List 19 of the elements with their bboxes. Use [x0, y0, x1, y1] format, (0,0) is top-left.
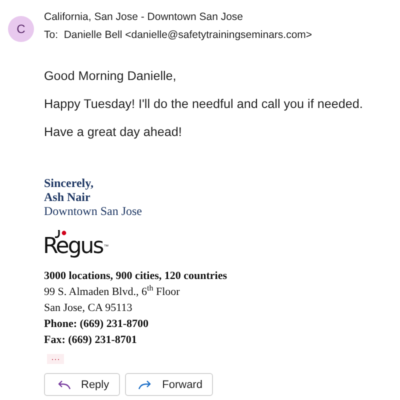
forward-arrow-icon	[138, 380, 152, 390]
sender-name: California, San Jose - Downtown San Jose	[44, 11, 244, 23]
body-text: Happy Tuesday! I'll do the needful and call you if needed.	[44, 97, 364, 111]
signature-line: Downtown San Jose	[44, 204, 143, 218]
forward-button[interactable]: Forward	[125, 373, 214, 396]
reply-arrow-icon	[57, 380, 71, 390]
body-text: Good Morning Danielle,	[44, 69, 178, 83]
body-text: Have a great day ahead!	[44, 125, 183, 139]
contact-line: 99 S. Almaden Blvd., 6$^{th}$ Floor	[44, 284, 181, 300]
avatar: C	[8, 16, 34, 42]
contact-line: San Jose, CA 95113	[44, 301, 134, 316]
recipient-line: To: Danielle Bell <danielle@safetytrainingseminars.com>	[44, 29, 312, 41]
reply-button[interactable]: Reply	[44, 373, 120, 396]
signature-line: Ash Nair	[44, 190, 92, 204]
signature-line: Sincerely,	[44, 176, 94, 190]
contact-line: Fax: (669) 231-8701	[44, 333, 138, 348]
show-more-button[interactable]: ···	[47, 354, 64, 364]
contact-line: Phone: (669) 231-8700	[44, 317, 150, 332]
contact-line: 3000 locations, 900 cities, 120 countries	[44, 269, 228, 284]
